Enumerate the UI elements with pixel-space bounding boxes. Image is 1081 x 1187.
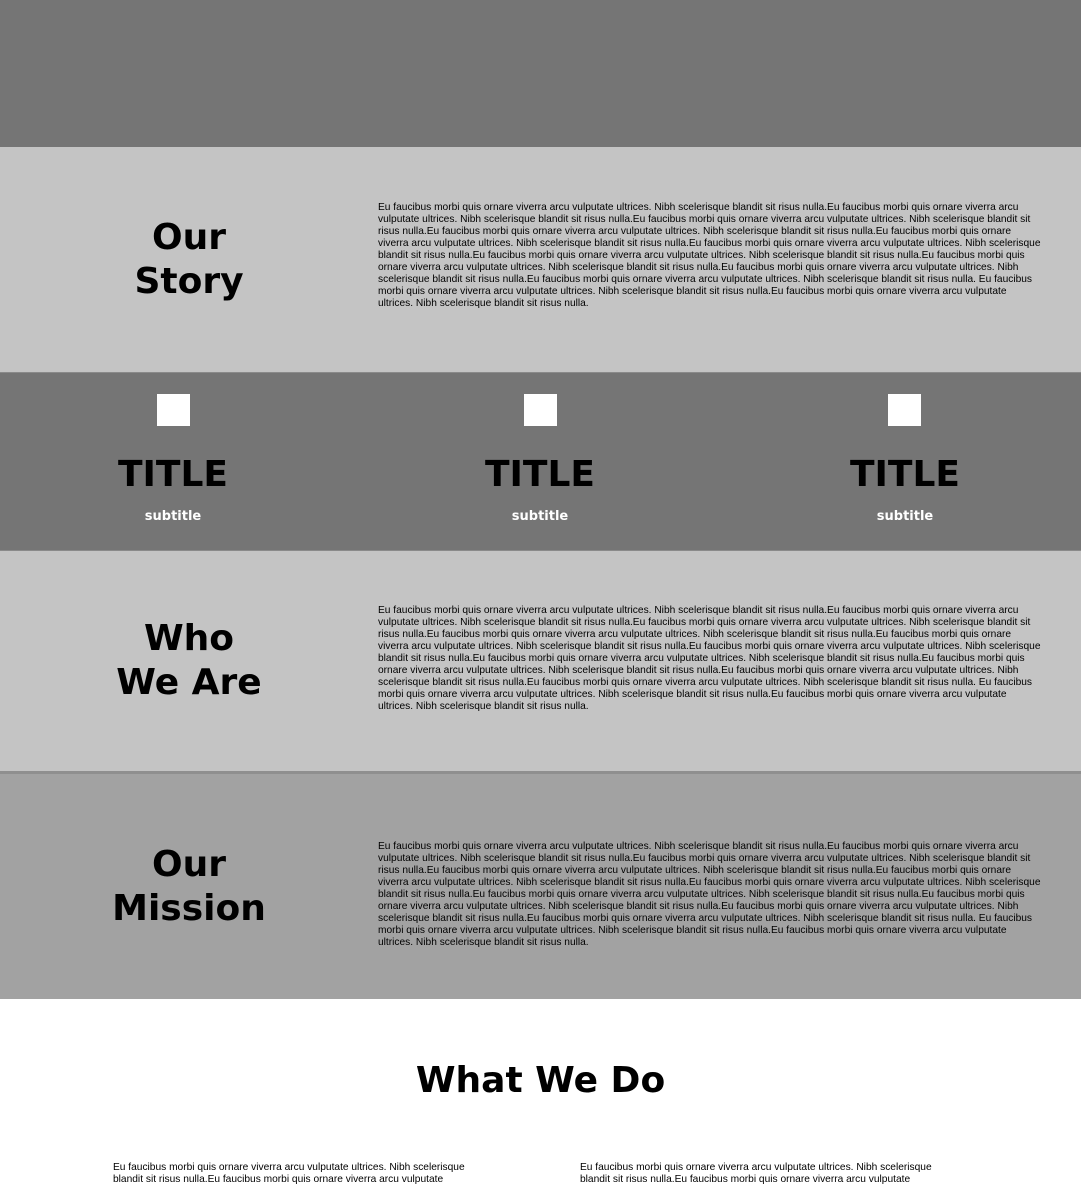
what-we-do-heading: What We Do xyxy=(415,1060,666,1101)
our-mission-text: Eu faucibus morbi quis ornare viverra ar… xyxy=(378,841,1041,948)
feature-card-3: TITLE subtitle xyxy=(713,373,1081,550)
our-story-text: Eu faucibus morbi quis ornare viverra ar… xyxy=(378,202,1041,309)
feature-title: TITLE xyxy=(117,454,229,495)
who-we-are-text: Eu faucibus morbi quis ornare viverra ar… xyxy=(378,605,1041,712)
features-row: TITLE subtitle TITLE subtitle TITLE subt… xyxy=(0,373,1081,551)
feature-subtitle: subtitle xyxy=(876,509,934,524)
our-story-heading-column: Our Story xyxy=(0,147,378,372)
feature-image-placeholder xyxy=(888,394,921,426)
our-mission-heading: Our Mission xyxy=(112,843,266,929)
feature-card-1: TITLE subtitle xyxy=(0,373,347,550)
feature-subtitle: subtitle xyxy=(511,509,569,524)
feature-title: TITLE xyxy=(849,454,961,495)
what-we-do-column-left: Eu faucibus morbi quis ornare viverra ar… xyxy=(113,1162,483,1185)
feature-card-2: TITLE subtitle xyxy=(347,373,713,550)
our-mission-heading-column: Our Mission xyxy=(0,774,378,999)
feature-subtitle: subtitle xyxy=(144,509,202,524)
feature-image-placeholder xyxy=(524,394,557,426)
what-we-do-text: Eu faucibus morbi quis ornare viverra ar… xyxy=(113,1162,465,1185)
hero-banner xyxy=(0,0,1081,147)
feature-image-placeholder xyxy=(157,394,190,426)
our-story-section: Our Story Eu faucibus morbi quis ornare … xyxy=(0,147,1081,373)
feature-title: TITLE xyxy=(484,454,596,495)
what-we-do-section: What We Do Eu faucibus morbi quis ornare… xyxy=(0,999,1081,1185)
our-story-heading: Our Story xyxy=(134,216,244,302)
our-story-body: Eu faucibus morbi quis ornare viverra ar… xyxy=(378,147,1041,372)
who-we-are-section: Who We Are Eu faucibus morbi quis ornare… xyxy=(0,551,1081,774)
our-mission-body: Eu faucibus morbi quis ornare viverra ar… xyxy=(378,774,1041,999)
who-we-are-heading-column: Who We Are xyxy=(0,551,378,771)
our-mission-section: Our Mission Eu faucibus morbi quis ornar… xyxy=(0,774,1081,999)
what-we-do-text: Eu faucibus morbi quis ornare viverra ar… xyxy=(580,1162,932,1185)
what-we-do-column-right: Eu faucibus morbi quis ornare viverra ar… xyxy=(580,1162,950,1185)
who-we-are-heading: Who We Are xyxy=(116,618,262,703)
who-we-are-body: Eu faucibus morbi quis ornare viverra ar… xyxy=(378,551,1041,771)
